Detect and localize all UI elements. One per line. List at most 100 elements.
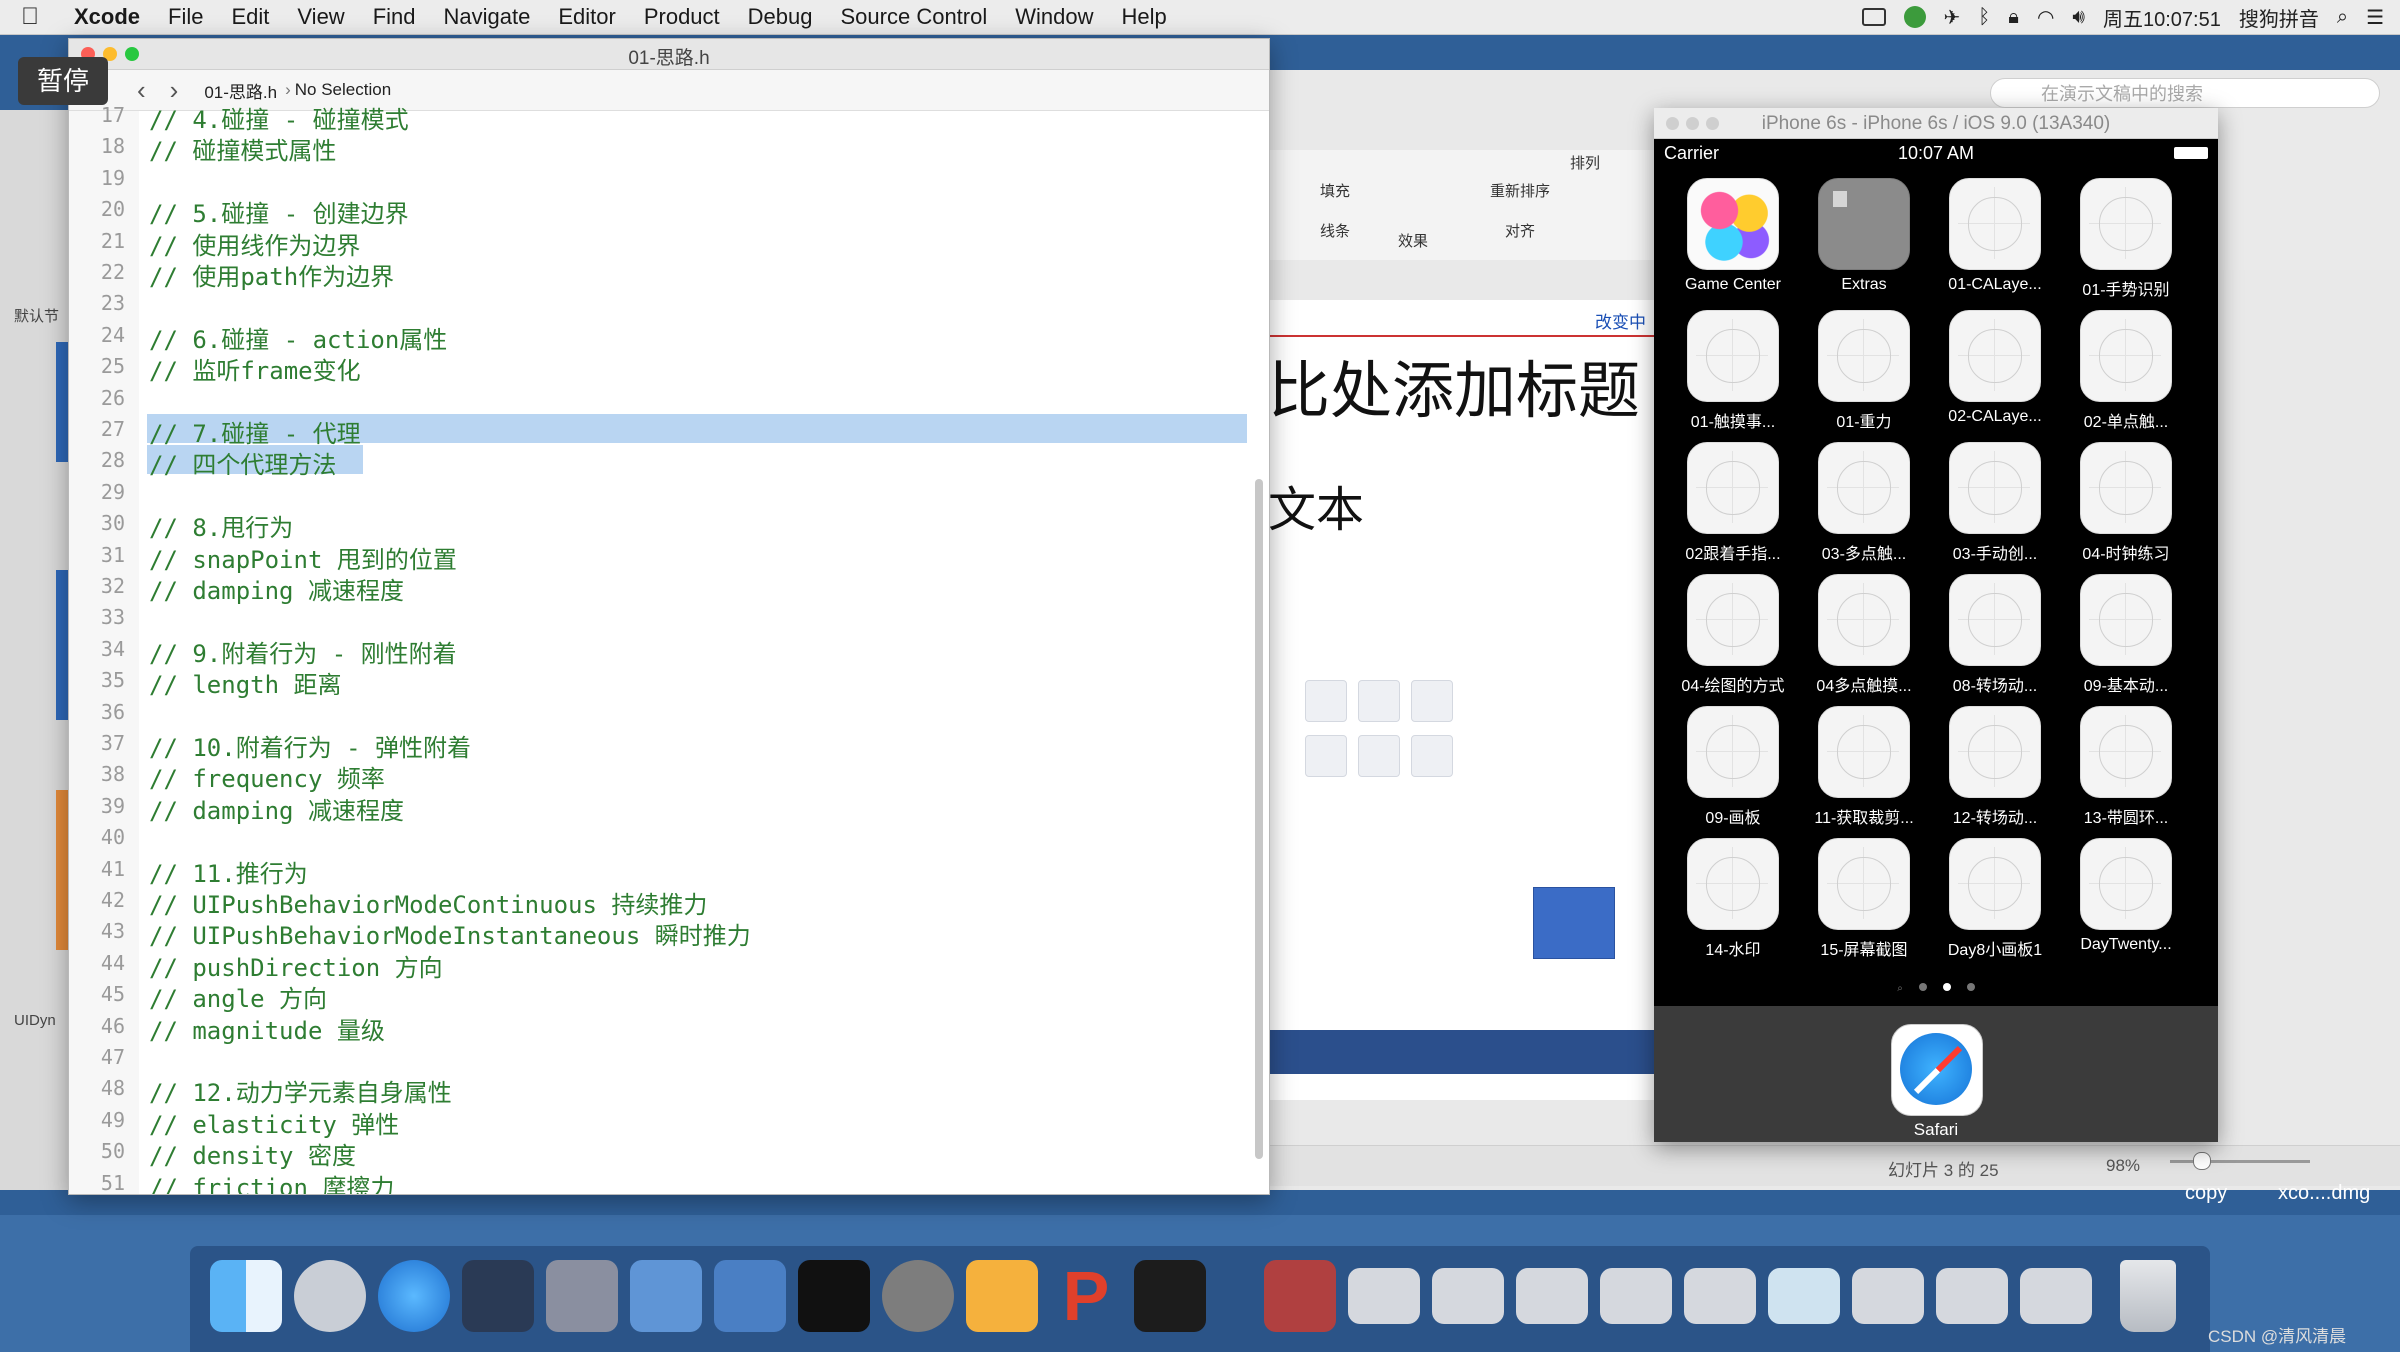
keynote-search-input[interactable]: 在演示文稿中的搜索: [1990, 78, 2380, 108]
code-line[interactable]: 34// 9.附着行为 - 刚性附着: [69, 633, 1269, 668]
app-icon-tile[interactable]: Day8小画板1: [1930, 838, 2060, 960]
sketch-icon[interactable]: [966, 1260, 1038, 1332]
mouse-app-icon[interactable]: [462, 1260, 534, 1332]
app-icon-tile[interactable]: DayTwenty...: [2061, 838, 2191, 954]
minimized-window-icon[interactable]: [1600, 1268, 1672, 1324]
menu-source-control[interactable]: Source Control: [827, 4, 1002, 30]
wifi-icon[interactable]: ◠: [2037, 5, 2054, 30]
terminal-icon[interactable]: [798, 1260, 870, 1332]
code-line[interactable]: 44// pushDirection 方向: [69, 947, 1269, 982]
code-line[interactable]: 51 // friction 摩擦力: [69, 1167, 1269, 1194]
app-icon-tile[interactable]: 04-绘图的方式: [1668, 574, 1798, 696]
image-icon[interactable]: [1305, 735, 1347, 777]
code-line[interactable]: 23: [69, 287, 1269, 318]
code-line[interactable]: 32// damping 减速程度: [69, 570, 1269, 605]
notification-center-icon[interactable]: ☰: [2366, 5, 2384, 30]
code-line[interactable]: 37// 10.附着行为 - 弹性附着: [69, 727, 1269, 762]
table-icon[interactable]: [1305, 680, 1347, 722]
minimized-window-icon[interactable]: [1348, 1268, 1420, 1324]
code-line[interactable]: 43// UIPushBehaviorModeInstantaneous 瞬时推…: [69, 915, 1269, 950]
code-line[interactable]: 36: [69, 696, 1269, 727]
minimized-window-icon[interactable]: [1516, 1268, 1588, 1324]
app-icon-tile[interactable]: 01-重力: [1799, 310, 1929, 432]
app-icon-tile[interactable]: 02跟着手指...: [1668, 442, 1798, 564]
code-line[interactable]: 30// 8.甩行为: [69, 507, 1269, 542]
app-icon-tile[interactable]: Extras: [1799, 178, 1929, 294]
code-line[interactable]: 41// 11.推行为: [69, 853, 1269, 888]
safari-dock-icon[interactable]: [378, 1260, 450, 1332]
menu-window[interactable]: Window: [1001, 4, 1107, 30]
code-line[interactable]: 24// 6.碰撞 - action属性: [69, 319, 1269, 354]
menu-view[interactable]: View: [283, 4, 358, 30]
effect-button[interactable]: 效果: [1398, 230, 1428, 251]
code-line[interactable]: 33: [69, 601, 1269, 632]
app-icon-tile[interactable]: 13-带圆环...: [2061, 706, 2191, 828]
code-line[interactable]: 17// 4.碰撞 - 碰撞模式: [69, 99, 1269, 134]
desktop-file-copy[interactable]: copy: [2185, 1182, 2227, 1205]
screen-record-icon[interactable]: [1861, 8, 1886, 26]
desktop-file-dmg[interactable]: xco....dmg: [2278, 1182, 2370, 1205]
minimized-window-icon[interactable]: [2020, 1268, 2092, 1324]
code-line[interactable]: 46// magnitude 量级: [69, 1010, 1269, 1045]
menu-find[interactable]: Find: [359, 4, 430, 30]
code-line[interactable]: 25// 监听frame变化: [69, 350, 1269, 385]
safari-icon[interactable]: [1891, 1024, 1983, 1116]
menu-editor[interactable]: Editor: [544, 4, 629, 30]
app-icon-tile[interactable]: Game Center: [1668, 178, 1798, 294]
code-line[interactable]: 38// frequency 频率: [69, 758, 1269, 793]
minimized-window-icon[interactable]: [1684, 1268, 1756, 1324]
console-icon[interactable]: [1134, 1260, 1206, 1332]
app-icon-tile[interactable]: 12-转场动...: [1930, 706, 2060, 828]
code-line[interactable]: 39// damping 减速程度: [69, 790, 1269, 825]
code-line[interactable]: 28// 四个代理方法: [69, 444, 1269, 479]
bluetooth-icon[interactable]: ᛒ: [1978, 6, 1990, 29]
minimized-window-icon[interactable]: [1936, 1268, 2008, 1324]
app-icon-tile[interactable]: 01-手势识别: [2061, 178, 2191, 300]
zoom-slider-track[interactable]: [2170, 1160, 2310, 1163]
zoom-level[interactable]: 98%: [2106, 1156, 2140, 1176]
airplane-icon[interactable]: ✈: [1944, 5, 1961, 30]
zoom-slider-knob[interactable]: [2193, 1152, 2211, 1170]
line-button[interactable]: 线条: [1320, 220, 1350, 241]
app-icon-tile[interactable]: 15-屏幕截图: [1799, 838, 1929, 960]
instruments-icon[interactable]: [714, 1260, 786, 1332]
editor-scrollbar[interactable]: [1255, 479, 1263, 1159]
slide-thumbnail[interactable]: [56, 570, 68, 720]
menu-help[interactable]: Help: [1108, 4, 1181, 30]
code-line[interactable]: 49// elasticity 弹性: [69, 1104, 1269, 1139]
app-icon-tile[interactable]: 02-单点触...: [2061, 310, 2191, 432]
code-line[interactable]: 45// angle 方向: [69, 978, 1269, 1013]
code-line[interactable]: 21// 使用线作为边界: [69, 225, 1269, 260]
code-line[interactable]: 19: [69, 162, 1269, 193]
menu-edit[interactable]: Edit: [217, 4, 283, 30]
app-icon-tile[interactable]: 03-多点触...: [1799, 442, 1929, 564]
spotlight-search-icon[interactable]: ⌕: [2337, 6, 2348, 29]
blue-shape[interactable]: [1533, 887, 1615, 959]
app-icon-tile[interactable]: 03-手动创...: [1930, 442, 2060, 564]
app-icon-tile[interactable]: 11-获取裁剪...: [1799, 706, 1929, 828]
text-box-icon[interactable]: [1358, 735, 1400, 777]
xcode-dock-icon[interactable]: [630, 1260, 702, 1332]
code-line[interactable]: 29: [69, 476, 1269, 507]
code-line[interactable]: 22// 使用path作为边界: [69, 256, 1269, 291]
align-button[interactable]: 对齐: [1505, 220, 1535, 241]
media-icon[interactable]: [1411, 680, 1453, 722]
input-method[interactable]: 搜狗拼音: [2239, 3, 2319, 32]
chart-icon[interactable]: [1358, 680, 1400, 722]
code-comment[interactable]: // friction 摩擦力: [149, 1168, 394, 1194]
slide-thumbnail-selected[interactable]: [56, 790, 68, 950]
keynote-dock-icon[interactable]: [546, 1260, 618, 1332]
reorder-button[interactable]: 重新排序: [1490, 180, 1550, 201]
page-indicator[interactable]: ⌕: [1654, 978, 2218, 996]
app-icon-tile[interactable]: 04多点触摸...: [1799, 574, 1929, 696]
menu-product[interactable]: Product: [630, 4, 734, 30]
placeholder-icon[interactable]: [1411, 735, 1453, 777]
lock-icon[interactable]: 🔒︎: [2008, 6, 2019, 29]
minimized-window-icon[interactable]: [1768, 1268, 1840, 1324]
xcode-title-bar[interactable]: 01-思路.h: [69, 39, 1269, 70]
slide-text[interactable]: 文本: [1268, 470, 1364, 540]
minimized-window-icon[interactable]: [1432, 1268, 1504, 1324]
minimized-window-icon[interactable]: [1852, 1268, 1924, 1324]
volume-icon[interactable]: 🔊︎: [2072, 6, 2085, 29]
code-line[interactable]: 35// length 距离: [69, 664, 1269, 699]
